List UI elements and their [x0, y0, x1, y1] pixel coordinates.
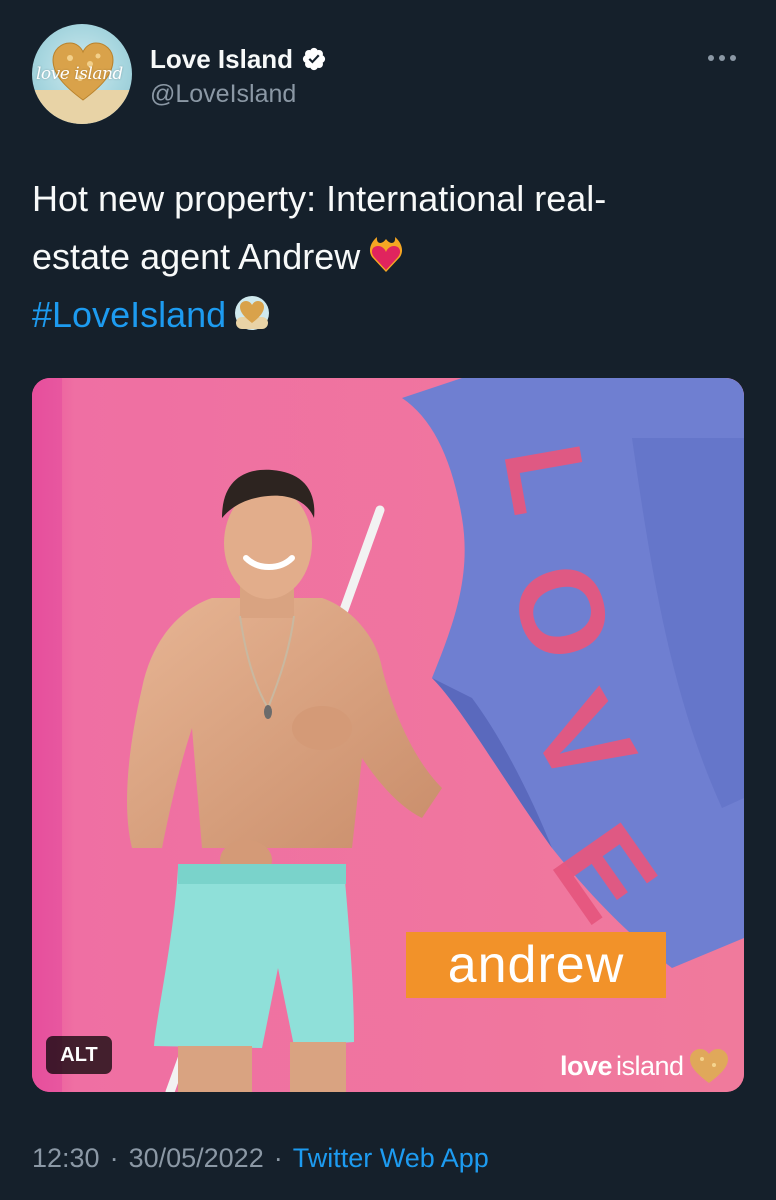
tweet-text-line-3: #LoveIsland: [32, 286, 744, 344]
watermark-heart-icon: [689, 1049, 728, 1083]
hashtag-link[interactable]: #LoveIsland: [32, 294, 226, 335]
watermark-love: love: [560, 1050, 613, 1081]
tweet-text-line-2: estate agent Andrew: [32, 228, 744, 286]
love-island-hashtag-icon: [235, 296, 270, 330]
more-options-icon[interactable]: [700, 44, 744, 72]
tweet-text-line-1: Hot new property: International real-: [32, 178, 607, 219]
dot-icon: [708, 55, 714, 61]
author-display-name[interactable]: Love Island: [150, 44, 293, 75]
tweet-text: Hot new property: International real- es…: [32, 170, 744, 344]
contestant-name: andrew: [447, 936, 625, 994]
tweet-text-line-2-text: estate agent Andrew: [32, 236, 361, 277]
tweet-photo[interactable]: L O V E andrew ALT love island: [32, 378, 744, 1092]
tweet-meta: 12:30 · 30/05/2022 · Twitter Web App: [32, 1140, 489, 1176]
author-avatar[interactable]: love island: [32, 24, 132, 124]
contestant-name-card: andrew: [406, 932, 666, 998]
meta-separator: ·: [273, 1142, 283, 1173]
heart-on-fire-icon: [370, 237, 403, 272]
tweet-date[interactable]: 30/05/2022: [129, 1143, 264, 1174]
alt-text-button[interactable]: ALT: [46, 1036, 112, 1074]
tweet-container: love island Love Island @LoveIsland Hot …: [0, 0, 776, 1200]
love-island-watermark: love island: [560, 1046, 730, 1086]
dot-icon: [719, 55, 725, 61]
watermark-island: island: [616, 1050, 684, 1081]
verified-badge-icon: [302, 47, 326, 71]
tweet-source-link[interactable]: Twitter Web App: [293, 1143, 489, 1174]
tweet-time[interactable]: 12:30: [32, 1143, 100, 1174]
dot-icon: [730, 55, 736, 61]
author-name-row: Love Island: [150, 42, 327, 76]
meta-separator: ·: [109, 1142, 119, 1173]
author-handle[interactable]: @LoveIsland: [150, 80, 296, 109]
avatar-logo-text: love island: [36, 64, 123, 84]
